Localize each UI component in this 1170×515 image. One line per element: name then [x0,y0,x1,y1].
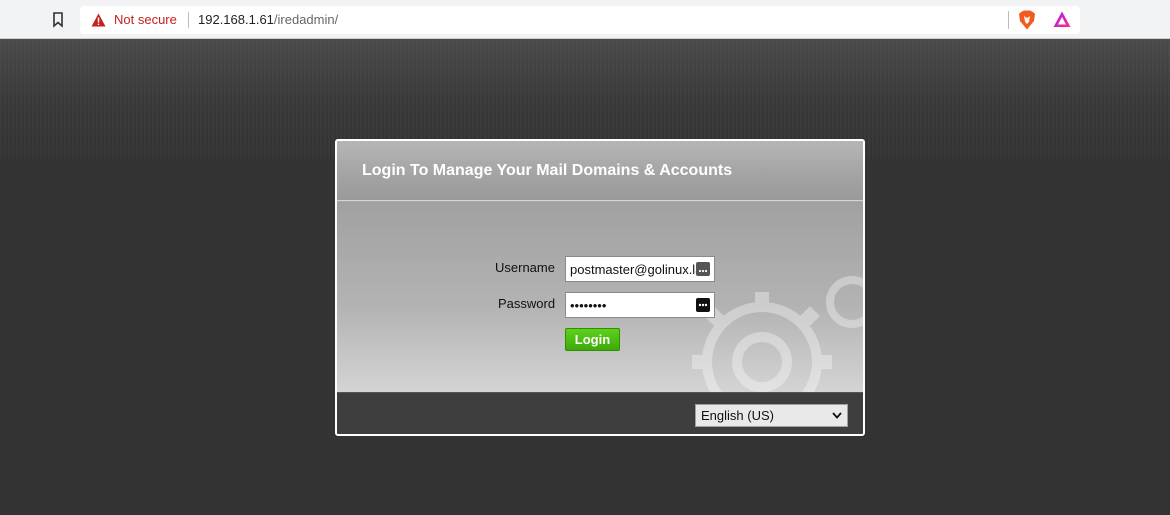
page-background: Login To Manage Your Mail Domains & Acco… [0,39,1170,515]
password-label: Password [498,296,556,311]
password-key-icon[interactable] [696,298,710,312]
gears-icon [692,276,863,392]
url-text[interactable]: 192.168.1.61/iredadmin/ [198,11,338,29]
autofill-key-icon[interactable] [696,262,710,276]
warning-icon[interactable] [91,13,106,27]
omnibox-divider [188,12,189,28]
password-input[interactable]: •••••••• [565,292,715,318]
browser-toolbar: Not secure 192.168.1.61/iredadmin/ [0,0,1170,39]
bookmark-icon[interactable] [51,12,65,28]
url-host: 192.168.1.61 [198,12,274,27]
login-panel: Login To Manage Your Mail Domains & Acco… [335,139,865,436]
url-path: /iredadmin/ [273,12,339,27]
address-bar[interactable]: Not secure 192.168.1.61/iredadmin/ [80,6,1080,34]
rewards-icon[interactable] [1053,11,1071,28]
login-title: Login To Manage Your Mail Domains & Acco… [362,162,733,179]
language-select[interactable]: English (US) [695,404,848,427]
security-status[interactable]: Not secure [114,11,177,29]
username-value: postmaster@golinux.lan [570,262,710,277]
login-form: Username postmaster@golinux.lan Password… [337,202,863,392]
username-label: Username [495,260,555,275]
omnibox-divider-right [1008,11,1009,29]
language-selected: English (US) [701,408,774,423]
brave-icon[interactable] [1018,10,1036,30]
chevron-down-icon [832,412,842,419]
login-button[interactable]: Login [565,328,620,351]
username-input[interactable]: postmaster@golinux.lan [565,256,715,282]
login-footer: English (US) [337,392,863,434]
login-header: Login To Manage Your Mail Domains & Acco… [337,141,863,201]
password-value: •••••••• [570,298,607,313]
